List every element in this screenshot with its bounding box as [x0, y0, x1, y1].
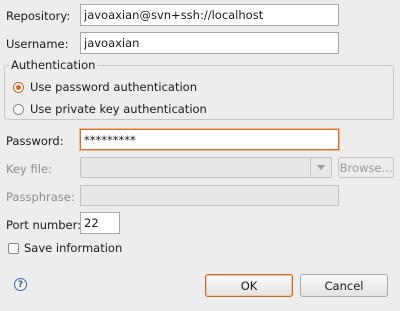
chevron-down-icon — [317, 165, 325, 170]
radio-checked-icon — [13, 81, 24, 93]
save-information-label: Save information — [24, 241, 123, 255]
radio-unchecked-icon — [13, 103, 24, 115]
password-label: Password: — [6, 134, 64, 148]
username-label: Username: — [6, 37, 69, 51]
private-key-auth-radio[interactable]: Use private key authentication — [13, 102, 207, 116]
username-input[interactable] — [80, 32, 339, 54]
password-auth-label: Use password authentication — [30, 80, 197, 94]
key-file-label: Key file: — [6, 162, 52, 176]
checkbox-unchecked-icon — [8, 242, 19, 254]
passphrase-input[interactable] — [80, 185, 339, 206]
password-input[interactable] — [80, 129, 339, 150]
port-number-input[interactable] — [80, 212, 120, 234]
password-auth-radio[interactable]: Use password authentication — [13, 80, 197, 94]
repository-label: Repository: — [6, 9, 71, 23]
save-information-checkbox[interactable]: Save information — [8, 241, 122, 255]
key-file-dropdown-button[interactable] — [310, 158, 331, 177]
cancel-button[interactable]: Cancel — [300, 274, 388, 297]
ok-button[interactable]: OK — [205, 274, 293, 297]
help-icon[interactable]: ? — [14, 278, 27, 291]
passphrase-label: Passphrase: — [6, 190, 75, 204]
browse-button[interactable]: Browse... — [338, 157, 394, 178]
port-number-label: Port number: — [6, 218, 82, 232]
key-file-combo[interactable] — [80, 157, 332, 178]
private-key-auth-label: Use private key authentication — [30, 102, 207, 116]
authentication-legend: Authentication — [11, 58, 96, 72]
repository-input[interactable] — [80, 4, 339, 26]
